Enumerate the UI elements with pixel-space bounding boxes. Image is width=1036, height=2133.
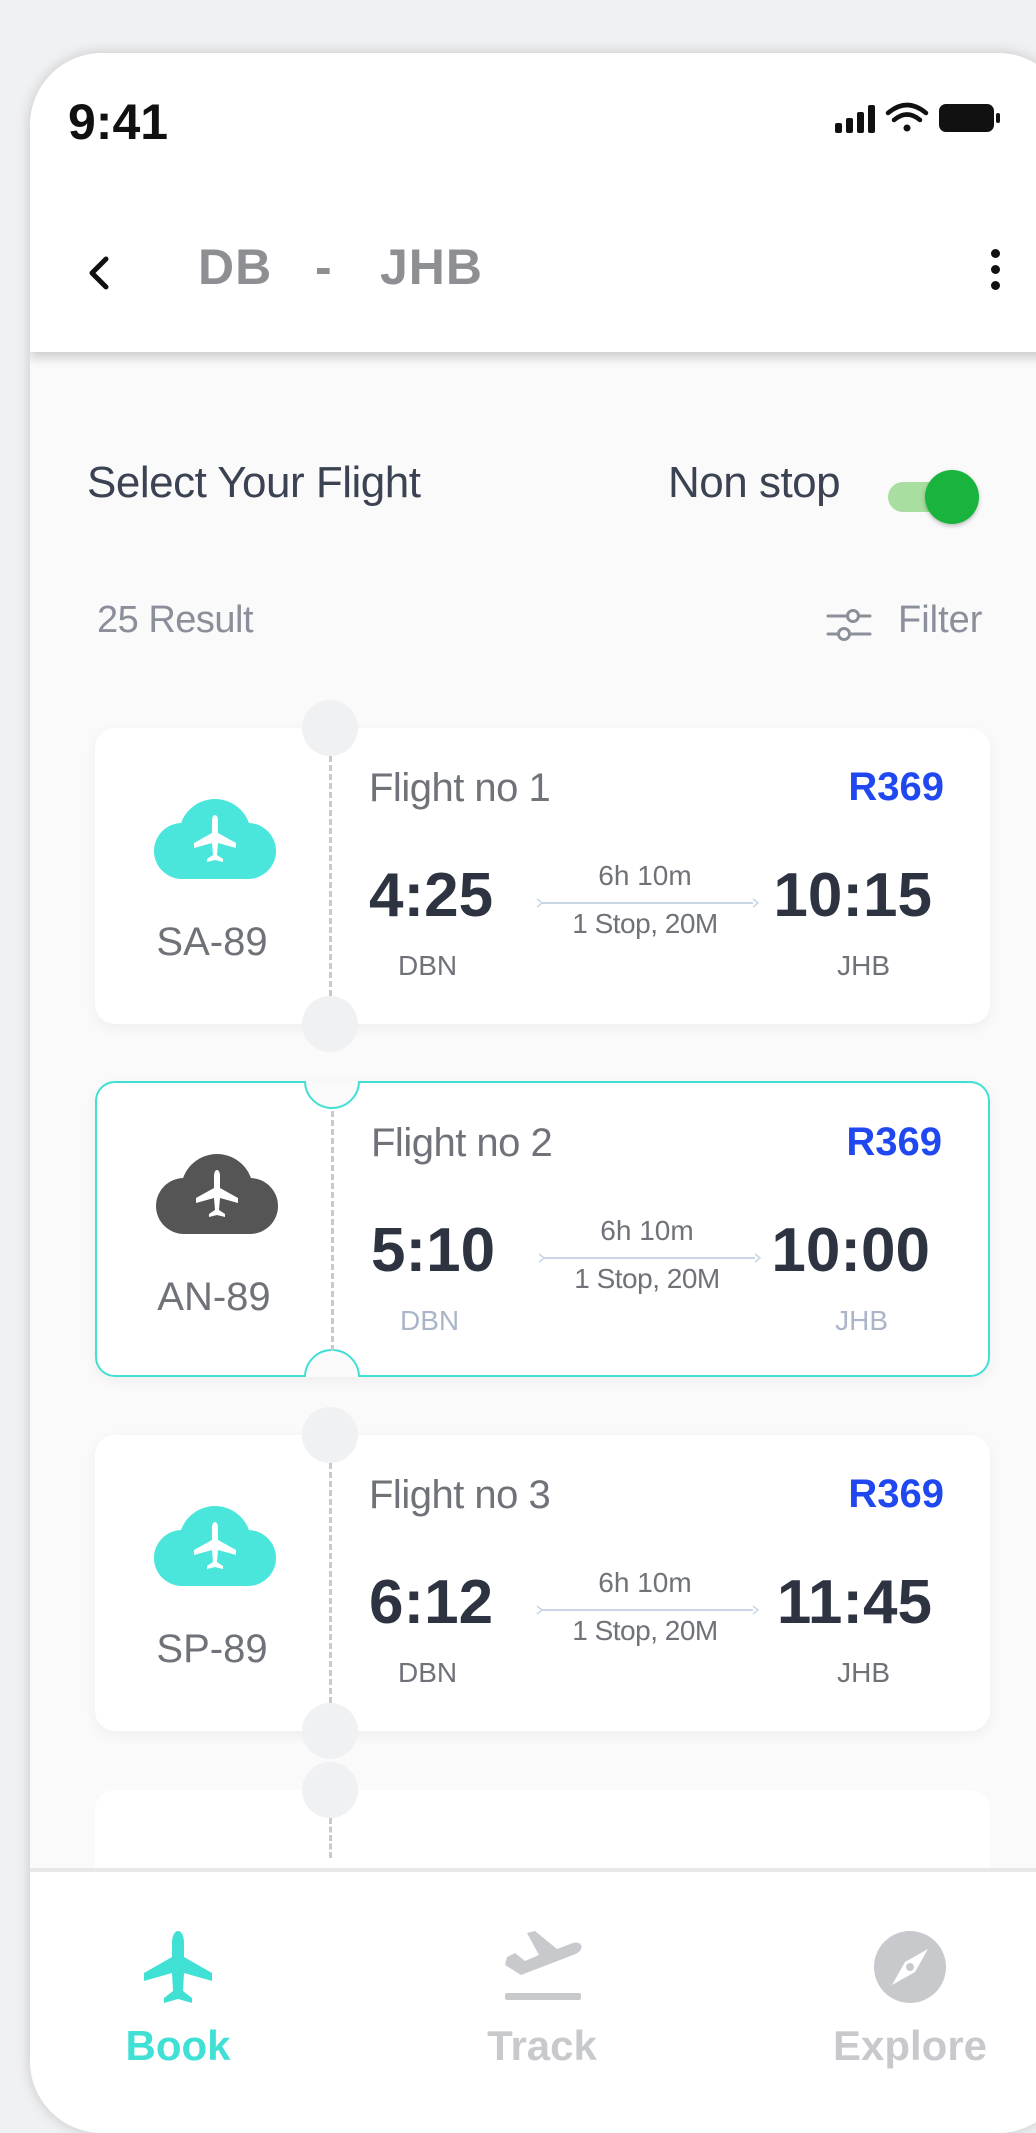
flight-card[interactable]: AN-89 Flight no 2 R369 5:10 10:00 DBN JH… — [95, 1081, 990, 1377]
departure-time: 6:12 — [369, 1568, 494, 1637]
flight-stops: 1 Stop, 20M — [574, 1263, 720, 1294]
back-button[interactable] — [78, 243, 118, 303]
flight-name: Flight no 3 — [369, 1473, 551, 1517]
arrival-time: 10:00 — [771, 1216, 930, 1285]
flight-card[interactable]: SP-89 Flight no 3 R369 6:12 11:45 DBN JH… — [95, 1407, 990, 1759]
more-options-button[interactable] — [985, 249, 1005, 299]
nonstop-toggle[interactable] — [888, 468, 980, 524]
route-line — [536, 1605, 760, 1615]
nonstop-label: Non stop — [668, 458, 841, 507]
departure-icon — [505, 1931, 582, 2000]
wifi-icon — [885, 102, 929, 132]
ticket-divider — [331, 1111, 334, 1351]
arrival-time: 11:45 — [776, 1568, 932, 1637]
filter-icon[interactable] — [825, 605, 873, 645]
page-title: Select Your Flight — [87, 458, 421, 507]
route-line — [538, 1253, 762, 1263]
airline-code: SP-89 — [156, 1627, 268, 1671]
flight-duration: 6h 10m — [600, 1215, 694, 1246]
tab-label-book: Book — [125, 2022, 231, 2069]
flight-price: R369 — [848, 765, 944, 809]
airline-logo-icon — [150, 1500, 280, 1590]
departure-code: DBN — [398, 950, 458, 981]
route-destination: JHB — [380, 239, 484, 295]
battery-icon — [939, 104, 1000, 132]
ticket-notch — [302, 1407, 358, 1463]
ticket-notch — [302, 996, 358, 1052]
more-dot — [990, 265, 1000, 274]
tab-label-explore: Explore — [832, 2022, 988, 2069]
departure-code: DBN — [398, 1657, 458, 1688]
ticket-notch — [302, 700, 358, 756]
ticket-notch — [304, 1349, 360, 1377]
status-icons — [833, 101, 1003, 140]
departure-time: 4:25 — [369, 861, 494, 930]
tab-book[interactable]: Book — [58, 1872, 298, 2072]
flight-price: R369 — [846, 1120, 942, 1164]
status-time: 9:41 — [68, 94, 169, 150]
ticket-notch — [302, 1762, 358, 1818]
ticket-divider — [329, 756, 332, 996]
departure-code: DBN — [400, 1305, 460, 1336]
more-dot — [990, 249, 1000, 258]
flight-duration: 6h 10m — [598, 1567, 692, 1598]
route-origin: DB — [198, 239, 273, 295]
ticket-divider — [329, 1463, 332, 1703]
route-line — [536, 898, 760, 908]
plane-icon — [144, 1931, 212, 2003]
airline-logo-icon — [152, 1148, 282, 1238]
compass-icon — [874, 1931, 946, 2003]
flight-duration: 6h 10m — [598, 860, 692, 891]
filter-button[interactable]: Filter — [898, 599, 982, 642]
flight-card-partial[interactable] — [95, 1762, 990, 1870]
route-separator: - — [315, 239, 333, 295]
arrival-code: JHB — [837, 950, 890, 981]
flight-card[interactable]: SA-89 Flight no 1 R369 4:25 10:15 DBN JH… — [95, 700, 990, 1052]
ticket-notch — [304, 1081, 360, 1109]
departure-time: 5:10 — [371, 1216, 496, 1285]
ticket-notch — [302, 1703, 358, 1759]
flight-stops: 1 Stop, 20M — [572, 908, 718, 939]
arrival-time: 10:15 — [773, 861, 932, 930]
ticket-divider — [329, 1818, 332, 1858]
phone-screen: 9:41 DB - JHB Select Your Flight Non sto… — [30, 53, 1036, 2133]
tab-explore[interactable]: Explore — [790, 1872, 1030, 2072]
toggle-knob — [925, 470, 979, 524]
flight-name: Flight no 1 — [369, 766, 551, 810]
flight-price: R369 — [848, 1472, 944, 1516]
more-dot — [990, 281, 1000, 290]
airline-logo-icon — [150, 793, 280, 883]
flight-stops: 1 Stop, 20M — [572, 1615, 718, 1646]
app-header: 9:41 DB - JHB — [30, 53, 1036, 352]
signal-icon — [835, 105, 875, 133]
arrival-code: JHB — [837, 1657, 890, 1688]
tab-track[interactable]: Track — [422, 1872, 662, 2072]
airline-code: SA-89 — [156, 920, 268, 964]
airline-code: AN-89 — [157, 1275, 271, 1319]
tab-label-track: Track — [487, 2022, 597, 2069]
flight-name: Flight no 2 — [371, 1121, 553, 1165]
bottom-tab-bar: Book Track Explore — [30, 1868, 1036, 2133]
chevron-left-icon — [89, 256, 109, 290]
arrival-code: JHB — [835, 1305, 888, 1336]
result-count: 25 Result — [97, 599, 254, 641]
